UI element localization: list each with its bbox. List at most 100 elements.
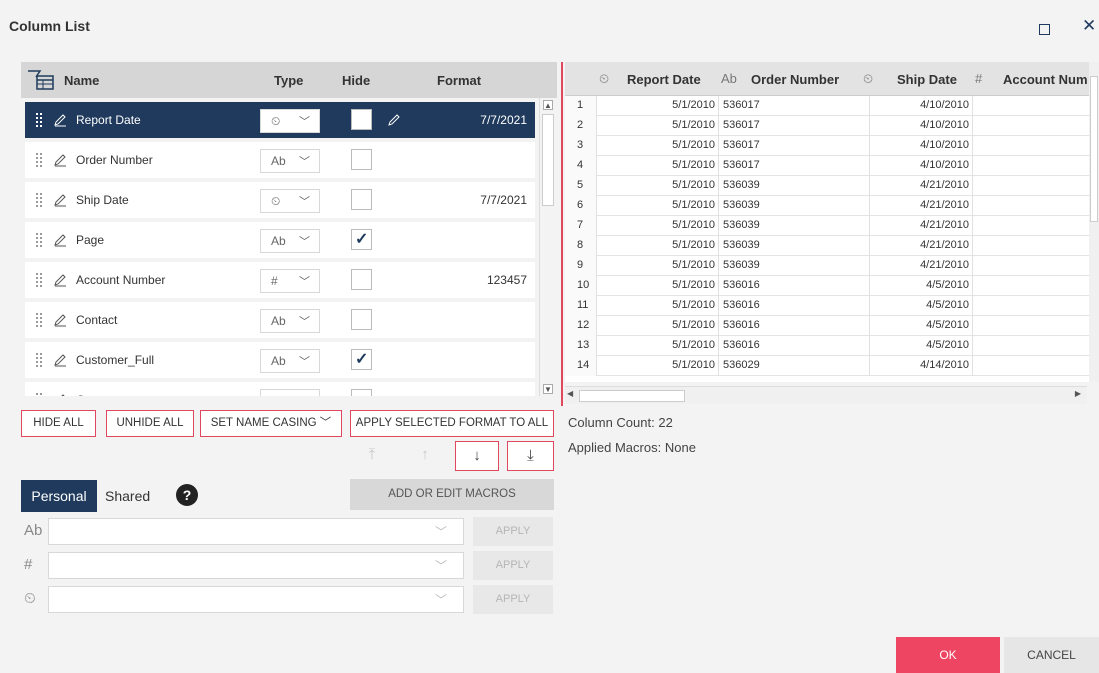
header-type[interactable]: Type <box>274 73 303 88</box>
type-select[interactable]: ⏲ ﹀ <box>260 189 320 213</box>
header-hide[interactable]: Hide <box>342 73 370 88</box>
grid-row[interactable]: 4 5/1/2010 536017 4/10/2010 <box>565 156 1089 176</box>
cell-ship-date[interactable]: 4/21/2010 <box>871 176 973 196</box>
cell-ship-date[interactable]: 4/5/2010 <box>871 316 973 336</box>
cancel-button[interactable]: CANCEL <box>1004 637 1099 673</box>
maximize-icon[interactable] <box>1039 24 1050 35</box>
grid-horizontal-scrollbar[interactable]: ◀ ▶ <box>565 386 1087 404</box>
cell-order-number[interactable]: 536016 <box>720 316 870 336</box>
ok-button[interactable]: OK <box>896 637 1000 673</box>
cell-order-number[interactable]: 536016 <box>720 296 870 316</box>
cell-ship-date[interactable]: 4/5/2010 <box>871 296 973 316</box>
drag-handle-icon[interactable] <box>36 273 42 287</box>
cell-order-number[interactable]: 536039 <box>720 216 870 236</box>
hide-checkbox[interactable]: ✓ <box>351 349 372 370</box>
cell-ship-date[interactable]: 4/21/2010 <box>871 256 973 276</box>
number-macro-select[interactable]: ﹀ <box>48 552 464 579</box>
apply-format-button[interactable]: APPLY SELECTED FORMAT TO ALL <box>350 410 554 437</box>
column-row[interactable]: Page Ab ﹀ ✓ <box>25 222 535 258</box>
cell-ship-date[interactable]: 4/10/2010 <box>871 116 973 136</box>
column-row[interactable]: Customer_Full Ab ﹀ ✓ <box>25 342 535 378</box>
type-select[interactable]: # ﹀ <box>260 269 320 293</box>
move-up-icon[interactable]: ↑ <box>403 441 447 471</box>
cell-order-number[interactable]: 536039 <box>720 176 870 196</box>
cell-ship-date[interactable]: 4/10/2010 <box>871 136 973 156</box>
column-list-icon[interactable] <box>26 68 56 92</box>
tab-shared[interactable]: Shared <box>105 480 161 512</box>
cell-order-number[interactable]: 536039 <box>720 236 870 256</box>
date-macro-apply-button[interactable]: APPLY <box>473 585 553 614</box>
drag-handle-icon[interactable] <box>36 393 42 396</box>
cell-ship-date[interactable]: 4/5/2010 <box>871 336 973 356</box>
panel-divider[interactable] <box>561 62 563 406</box>
hide-checkbox[interactable] <box>351 389 372 396</box>
cell-ship-date[interactable]: 4/21/2010 <box>871 216 973 236</box>
cell-report-date[interactable]: 5/1/2010 <box>597 116 719 136</box>
text-macro-select[interactable]: ﹀ <box>48 518 464 545</box>
hide-all-button[interactable]: HIDE ALL <box>21 410 96 437</box>
cell-report-date[interactable]: 5/1/2010 <box>597 216 719 236</box>
drag-handle-icon[interactable] <box>36 353 42 367</box>
unhide-all-button[interactable]: UNHIDE ALL <box>106 410 194 437</box>
grid-row[interactable]: 10 5/1/2010 536016 4/5/2010 <box>565 276 1089 296</box>
scroll-right-icon[interactable]: ▶ <box>1075 389 1081 398</box>
drag-handle-icon[interactable] <box>36 153 42 167</box>
cell-ship-date[interactable]: 4/10/2010 <box>871 96 973 116</box>
help-icon[interactable]: ? <box>176 484 198 506</box>
number-macro-apply-button[interactable]: APPLY <box>473 551 553 580</box>
cell-order-number[interactable]: 536039 <box>720 196 870 216</box>
scrollbar-thumb[interactable] <box>542 114 554 206</box>
grid-header-account-number[interactable]: Account Num <box>1003 72 1088 87</box>
grid-vertical-scrollbar[interactable] <box>1089 62 1099 382</box>
cell-order-number[interactable]: 536016 <box>720 336 870 356</box>
column-row[interactable]: Account Number # ﹀ 123457 <box>25 262 535 298</box>
hide-checkbox[interactable] <box>351 269 372 290</box>
hide-checkbox[interactable] <box>351 109 372 130</box>
grid-row[interactable]: 13 5/1/2010 536016 4/5/2010 <box>565 336 1089 356</box>
grid-row[interactable]: 6 5/1/2010 536039 4/21/2010 <box>565 196 1089 216</box>
grid-header-report-date[interactable]: Report Date <box>627 72 701 87</box>
type-select[interactable]: Ab ﹀ <box>260 229 320 253</box>
drag-handle-icon[interactable] <box>36 193 42 207</box>
tab-personal[interactable]: Personal <box>21 480 97 512</box>
cell-order-number[interactable]: 536029 <box>720 356 870 376</box>
cell-order-number[interactable]: 536017 <box>720 136 870 156</box>
add-edit-macros-button[interactable]: ADD OR EDIT MACROS <box>350 479 554 510</box>
cell-report-date[interactable]: 5/1/2010 <box>597 96 719 116</box>
cell-report-date[interactable]: 5/1/2010 <box>597 276 719 296</box>
hide-checkbox[interactable]: ✓ <box>351 229 372 250</box>
grid-row[interactable]: 7 5/1/2010 536039 4/21/2010 <box>565 216 1089 236</box>
date-macro-select[interactable]: ﹀ <box>48 586 464 613</box>
cell-order-number[interactable]: 536017 <box>720 156 870 176</box>
column-row[interactable]: C... Ab ﹀ <box>25 382 535 396</box>
scroll-up-icon[interactable]: ▲ <box>543 100 553 110</box>
grid-header-ship-date[interactable]: Ship Date <box>897 72 957 87</box>
hide-checkbox[interactable] <box>351 189 372 210</box>
grid-row[interactable]: 12 5/1/2010 536016 4/5/2010 <box>565 316 1089 336</box>
edit-name-icon[interactable] <box>53 233 67 247</box>
cell-report-date[interactable]: 5/1/2010 <box>597 176 719 196</box>
cell-report-date[interactable]: 5/1/2010 <box>597 336 719 356</box>
type-select[interactable]: Ab ﹀ <box>260 349 320 373</box>
edit-name-icon[interactable] <box>53 113 67 127</box>
edit-name-icon[interactable] <box>53 353 67 367</box>
cell-report-date[interactable]: 5/1/2010 <box>597 316 719 336</box>
grid-header-order-number[interactable]: Order Number <box>751 72 839 87</box>
hide-checkbox[interactable] <box>351 309 372 330</box>
type-select[interactable]: Ab ﹀ <box>260 309 320 333</box>
drag-handle-icon[interactable] <box>36 313 42 327</box>
grid-row[interactable]: 5 5/1/2010 536039 4/21/2010 <box>565 176 1089 196</box>
grid-row[interactable]: 9 5/1/2010 536039 4/21/2010 <box>565 256 1089 276</box>
cell-report-date[interactable]: 5/1/2010 <box>597 196 719 216</box>
column-list-scrollbar[interactable]: ▲ ▼ <box>539 98 556 396</box>
cell-report-date[interactable]: 5/1/2010 <box>597 156 719 176</box>
header-name[interactable]: Name <box>64 73 99 88</box>
move-top-icon[interactable]: ⤒ <box>350 441 394 471</box>
cell-order-number[interactable]: 536017 <box>720 116 870 136</box>
cell-order-number[interactable]: 536039 <box>720 256 870 276</box>
move-bottom-icon[interactable]: ⤓ <box>507 441 554 471</box>
column-row[interactable]: Report Date ⏲ ﹀ 7/7/2021 <box>25 102 535 138</box>
header-format[interactable]: Format <box>437 73 481 88</box>
drag-handle-icon[interactable] <box>36 113 42 127</box>
grid-row[interactable]: 1 5/1/2010 536017 4/10/2010 <box>565 96 1089 116</box>
